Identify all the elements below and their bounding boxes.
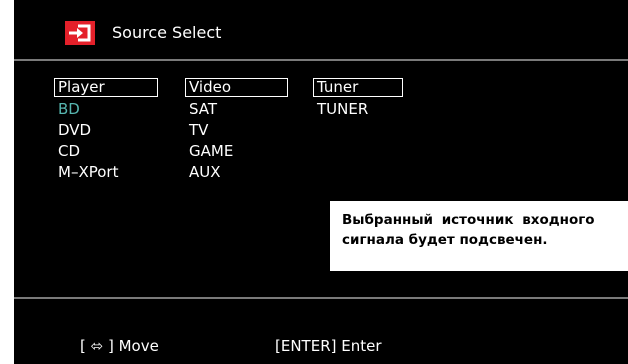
column-header-tuner: Tuner xyxy=(313,78,403,97)
column-video: Video SAT TV GAME AUX xyxy=(185,78,288,181)
top-divider xyxy=(14,59,628,61)
source-item-tv[interactable]: TV xyxy=(185,121,288,139)
source-item-aux[interactable]: AUX xyxy=(185,163,288,181)
source-input-icon xyxy=(65,21,95,45)
source-item-tuner[interactable]: TUNER xyxy=(313,100,403,118)
source-item-bd[interactable]: BD xyxy=(54,100,158,118)
column-header-player: Player xyxy=(54,78,158,97)
source-item-mxport[interactable]: M–XPort xyxy=(54,163,158,181)
bottom-divider xyxy=(14,297,628,299)
column-player: Player BD DVD CD M–XPort xyxy=(54,78,158,181)
column-header-video: Video xyxy=(185,78,288,97)
info-callout: Выбранный источник входного сигнала буде… xyxy=(330,201,628,271)
title-bar: Source Select xyxy=(14,0,628,60)
source-item-game[interactable]: GAME xyxy=(185,142,288,160)
info-text-line2: сигнала будет подсвечен. xyxy=(342,232,548,248)
footer-enter-hint: [ENTER] Enter xyxy=(275,337,382,355)
page-title: Source Select xyxy=(112,23,222,42)
info-text-line1: Выбранный источник входного xyxy=(342,212,595,228)
column-tuner: Tuner TUNER xyxy=(313,78,403,118)
footer-move-hint: [ ⬄ ] Move xyxy=(80,337,159,355)
source-item-cd[interactable]: CD xyxy=(54,142,158,160)
source-item-dvd[interactable]: DVD xyxy=(54,121,158,139)
source-item-sat[interactable]: SAT xyxy=(185,100,288,118)
osd-screen: Source Select Player BD DVD CD M–XPort V… xyxy=(14,0,628,364)
